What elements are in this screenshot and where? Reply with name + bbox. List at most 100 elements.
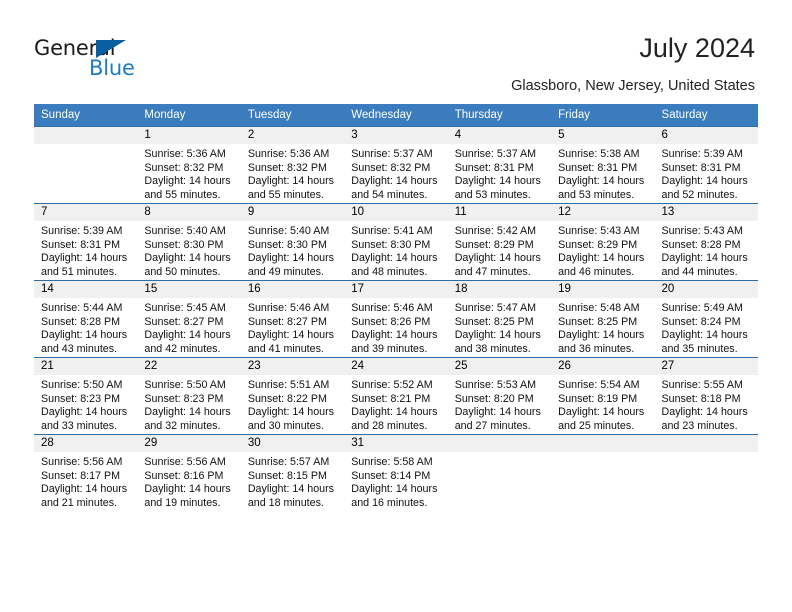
weekday-header-wednesday: Wednesday [344,104,448,127]
calendar-day-cell[interactable]: 17 Sunrise: 5:46 AM Sunset: 8:26 PM Dayligh… [344,280,448,358]
day-details: Sunrise: 5:37 AM Sunset: 8:31 PM Daylight:… [448,144,551,202]
daylight-text: Daylight: 14 hours and 42 minutes. [144,329,231,355]
day-details: Sunrise: 5:39 AM Sunset: 8:31 PM Daylight:… [34,221,137,279]
sunset-text: Sunset: 8:32 PM [351,161,431,174]
daylight-text: Daylight: 14 hours and 54 minutes. [351,175,438,201]
calendar-day-cell[interactable]: 31 Sunrise: 5:58 AM Sunset: 8:14 PM Dayligh… [344,434,448,511]
calendar-day-cell[interactable]: 21 Sunrise: 5:50 AM Sunset: 8:23 PM Dayligh… [34,357,138,435]
day-details: Sunrise: 5:46 AM Sunset: 8:26 PM Daylight:… [344,298,447,356]
calendar-day-cell[interactable]: 1 Sunrise: 5:36 AM Sunset: 8:32 PM Daylight… [137,126,241,204]
day-details: Sunrise: 5:50 AM Sunset: 8:23 PM Daylight:… [34,375,137,433]
calendar-day-cell[interactable]: 8 Sunrise: 5:40 AM Sunset: 8:30 PM Daylight… [137,203,241,281]
daylight-text: Daylight: 14 hours and 21 minutes. [41,483,128,509]
calendar-day-cell[interactable]: 13 Sunrise: 5:43 AM Sunset: 8:28 PM Dayligh… [654,203,758,281]
day-details: Sunrise: 5:56 AM Sunset: 8:16 PM Daylight:… [137,452,240,510]
sunrise-text: Sunrise: 5:46 AM [247,302,330,314]
day-details: Sunrise: 5:36 AM Sunset: 8:32 PM Daylight:… [241,144,344,202]
day-number: 25 [447,358,552,375]
calendar-day-cell[interactable]: 5 Sunrise: 5:38 AM Sunset: 8:31 PM Daylight… [551,126,655,204]
daylight-text: Daylight: 14 hours and 48 minutes. [351,252,438,278]
day-details: Sunrise: 5:43 AM Sunset: 8:29 PM Daylight:… [551,221,654,279]
calendar-day-cell[interactable]: 30 Sunrise: 5:57 AM Sunset: 8:15 PM Dayligh… [240,434,345,511]
day-number: 12 [551,204,655,221]
day-number: 19 [551,281,655,298]
calendar-day-cell[interactable]: 27 Sunrise: 5:55 AM Sunset: 8:18 PM Dayligh… [654,357,758,435]
daylight-text: Daylight: 14 hours and 38 minutes. [454,329,541,355]
day-details: Sunrise: 5:36 AM Sunset: 8:32 PM Daylight:… [137,144,240,202]
sunset-text: Sunset: 8:27 PM [247,315,327,328]
day-number: 26 [551,358,655,375]
calendar-day-cell[interactable]: 28 Sunrise: 5:56 AM Sunset: 8:17 PM Dayligh… [34,434,138,511]
calendar-day-cell[interactable]: 12 Sunrise: 5:43 AM Sunset: 8:29 PM Dayligh… [551,203,655,281]
daylight-text: Daylight: 14 hours and 53 minutes. [454,175,541,201]
calendar-day-cell[interactable]: 15 Sunrise: 5:45 AM Sunset: 8:27 PM Dayligh… [137,280,241,358]
sunset-text: Sunset: 8:30 PM [351,238,431,251]
day-details: Sunrise: 5:40 AM Sunset: 8:30 PM Daylight:… [241,221,344,279]
sunrise-text: Sunrise: 5:50 AM [41,379,123,391]
day-details: Sunrise: 5:44 AM Sunset: 8:28 PM Daylight:… [34,298,137,356]
day-number [447,435,552,452]
calendar-day-cell[interactable]: 14 Sunrise: 5:44 AM Sunset: 8:28 PM Dayligh… [34,280,138,358]
calendar-day-cell[interactable]: 24 Sunrise: 5:52 AM Sunset: 8:21 PM Dayligh… [344,357,448,435]
sunset-text: Sunset: 8:23 PM [144,392,224,405]
day-number: 24 [344,358,448,375]
day-details: Sunrise: 5:48 AM Sunset: 8:25 PM Daylight:… [551,298,654,356]
calendar-day-cell[interactable]: 4 Sunrise: 5:37 AM Sunset: 8:31 PM Daylight… [447,126,552,204]
sunrise-text: Sunrise: 5:43 AM [661,225,743,237]
daylight-text: Daylight: 14 hours and 55 minutes. [144,175,231,201]
calendar-day-cell[interactable]: 16 Sunrise: 5:46 AM Sunset: 8:27 PM Dayligh… [240,280,345,358]
day-number: 10 [344,204,448,221]
daylight-text: Daylight: 14 hours and 43 minutes. [41,329,128,355]
daylight-text: Daylight: 14 hours and 27 minutes. [454,406,541,432]
sunrise-text: Sunrise: 5:54 AM [558,379,640,391]
calendar-day-cell[interactable]: 20 Sunrise: 5:49 AM Sunset: 8:24 PM Dayligh… [654,280,758,358]
calendar-day-cell-empty [654,434,758,511]
daylight-text: Daylight: 14 hours and 32 minutes. [144,406,231,432]
calendar-day-cell[interactable]: 7 Sunrise: 5:39 AM Sunset: 8:31 PM Daylight… [34,203,138,281]
calendar-day-cell[interactable]: 2 Sunrise: 5:36 AM Sunset: 8:32 PM Daylight… [240,126,345,204]
daylight-text: Daylight: 14 hours and 44 minutes. [661,252,748,278]
general-blue-logo[interactable]: General Blue [34,36,154,84]
sunrise-text: Sunrise: 5:40 AM [247,225,330,237]
day-number: 16 [240,281,345,298]
sunrise-sunset-calendar: Sunday Monday Tuesday Wednesday Thursday… [34,104,758,511]
calendar-day-cell[interactable]: 23 Sunrise: 5:51 AM Sunset: 8:22 PM Dayligh… [240,357,345,435]
sunset-text: Sunset: 8:28 PM [661,238,741,251]
sunset-text: Sunset: 8:28 PM [41,315,121,328]
sunrise-text: Sunrise: 5:55 AM [661,379,743,391]
sunrise-text: Sunrise: 5:36 AM [247,148,330,160]
calendar-day-cell[interactable]: 26 Sunrise: 5:54 AM Sunset: 8:19 PM Dayligh… [551,357,655,435]
day-details: Sunrise: 5:49 AM Sunset: 8:24 PM Daylight:… [655,298,758,356]
day-details: Sunrise: 5:55 AM Sunset: 8:18 PM Daylight:… [655,375,758,433]
calendar-day-cell[interactable]: 11 Sunrise: 5:42 AM Sunset: 8:29 PM Dayligh… [447,203,552,281]
day-details: Sunrise: 5:58 AM Sunset: 8:14 PM Daylight:… [344,452,447,510]
day-details: Sunrise: 5:57 AM Sunset: 8:15 PM Daylight:… [241,452,344,510]
weekday-header-sunday: Sunday [34,104,138,127]
calendar-day-cell[interactable]: 22 Sunrise: 5:50 AM Sunset: 8:23 PM Dayligh… [137,357,241,435]
calendar-day-cell[interactable]: 19 Sunrise: 5:48 AM Sunset: 8:25 PM Dayligh… [551,280,655,358]
daylight-text: Daylight: 14 hours and 50 minutes. [144,252,231,278]
sunrise-text: Sunrise: 5:52 AM [351,379,433,391]
calendar-day-cell[interactable]: 3 Sunrise: 5:37 AM Sunset: 8:32 PM Daylight… [344,126,448,204]
sunrise-text: Sunrise: 5:49 AM [661,302,743,314]
sunset-text: Sunset: 8:31 PM [661,161,741,174]
sunset-text: Sunset: 8:25 PM [558,315,638,328]
sunset-text: Sunset: 8:30 PM [247,238,327,251]
daylight-text: Daylight: 14 hours and 41 minutes. [247,329,334,355]
day-number: 4 [447,127,552,144]
calendar-day-cell[interactable]: 18 Sunrise: 5:47 AM Sunset: 8:25 PM Dayligh… [447,280,552,358]
calendar-day-cell[interactable]: 9 Sunrise: 5:40 AM Sunset: 8:30 PM Daylight… [240,203,345,281]
sunset-text: Sunset: 8:14 PM [351,469,431,482]
calendar-day-cell[interactable]: 6 Sunrise: 5:39 AM Sunset: 8:31 PM Daylight… [654,126,758,204]
calendar-body: 1 Sunrise: 5:36 AM Sunset: 8:32 PM Daylight… [34,126,758,511]
weekday-header-saturday: Saturday [654,104,758,127]
day-number: 6 [654,127,758,144]
sunrise-text: Sunrise: 5:43 AM [558,225,640,237]
calendar-day-cell[interactable]: 25 Sunrise: 5:53 AM Sunset: 8:20 PM Dayligh… [447,357,552,435]
day-details: Sunrise: 5:54 AM Sunset: 8:19 PM Daylight:… [551,375,654,433]
sunrise-text: Sunrise: 5:58 AM [351,456,433,468]
sunset-text: Sunset: 8:31 PM [454,161,534,174]
calendar-day-cell[interactable]: 10 Sunrise: 5:41 AM Sunset: 8:30 PM Dayligh… [344,203,448,281]
calendar-day-cell[interactable]: 29 Sunrise: 5:56 AM Sunset: 8:16 PM Dayligh… [137,434,241,511]
day-number: 1 [137,127,241,144]
